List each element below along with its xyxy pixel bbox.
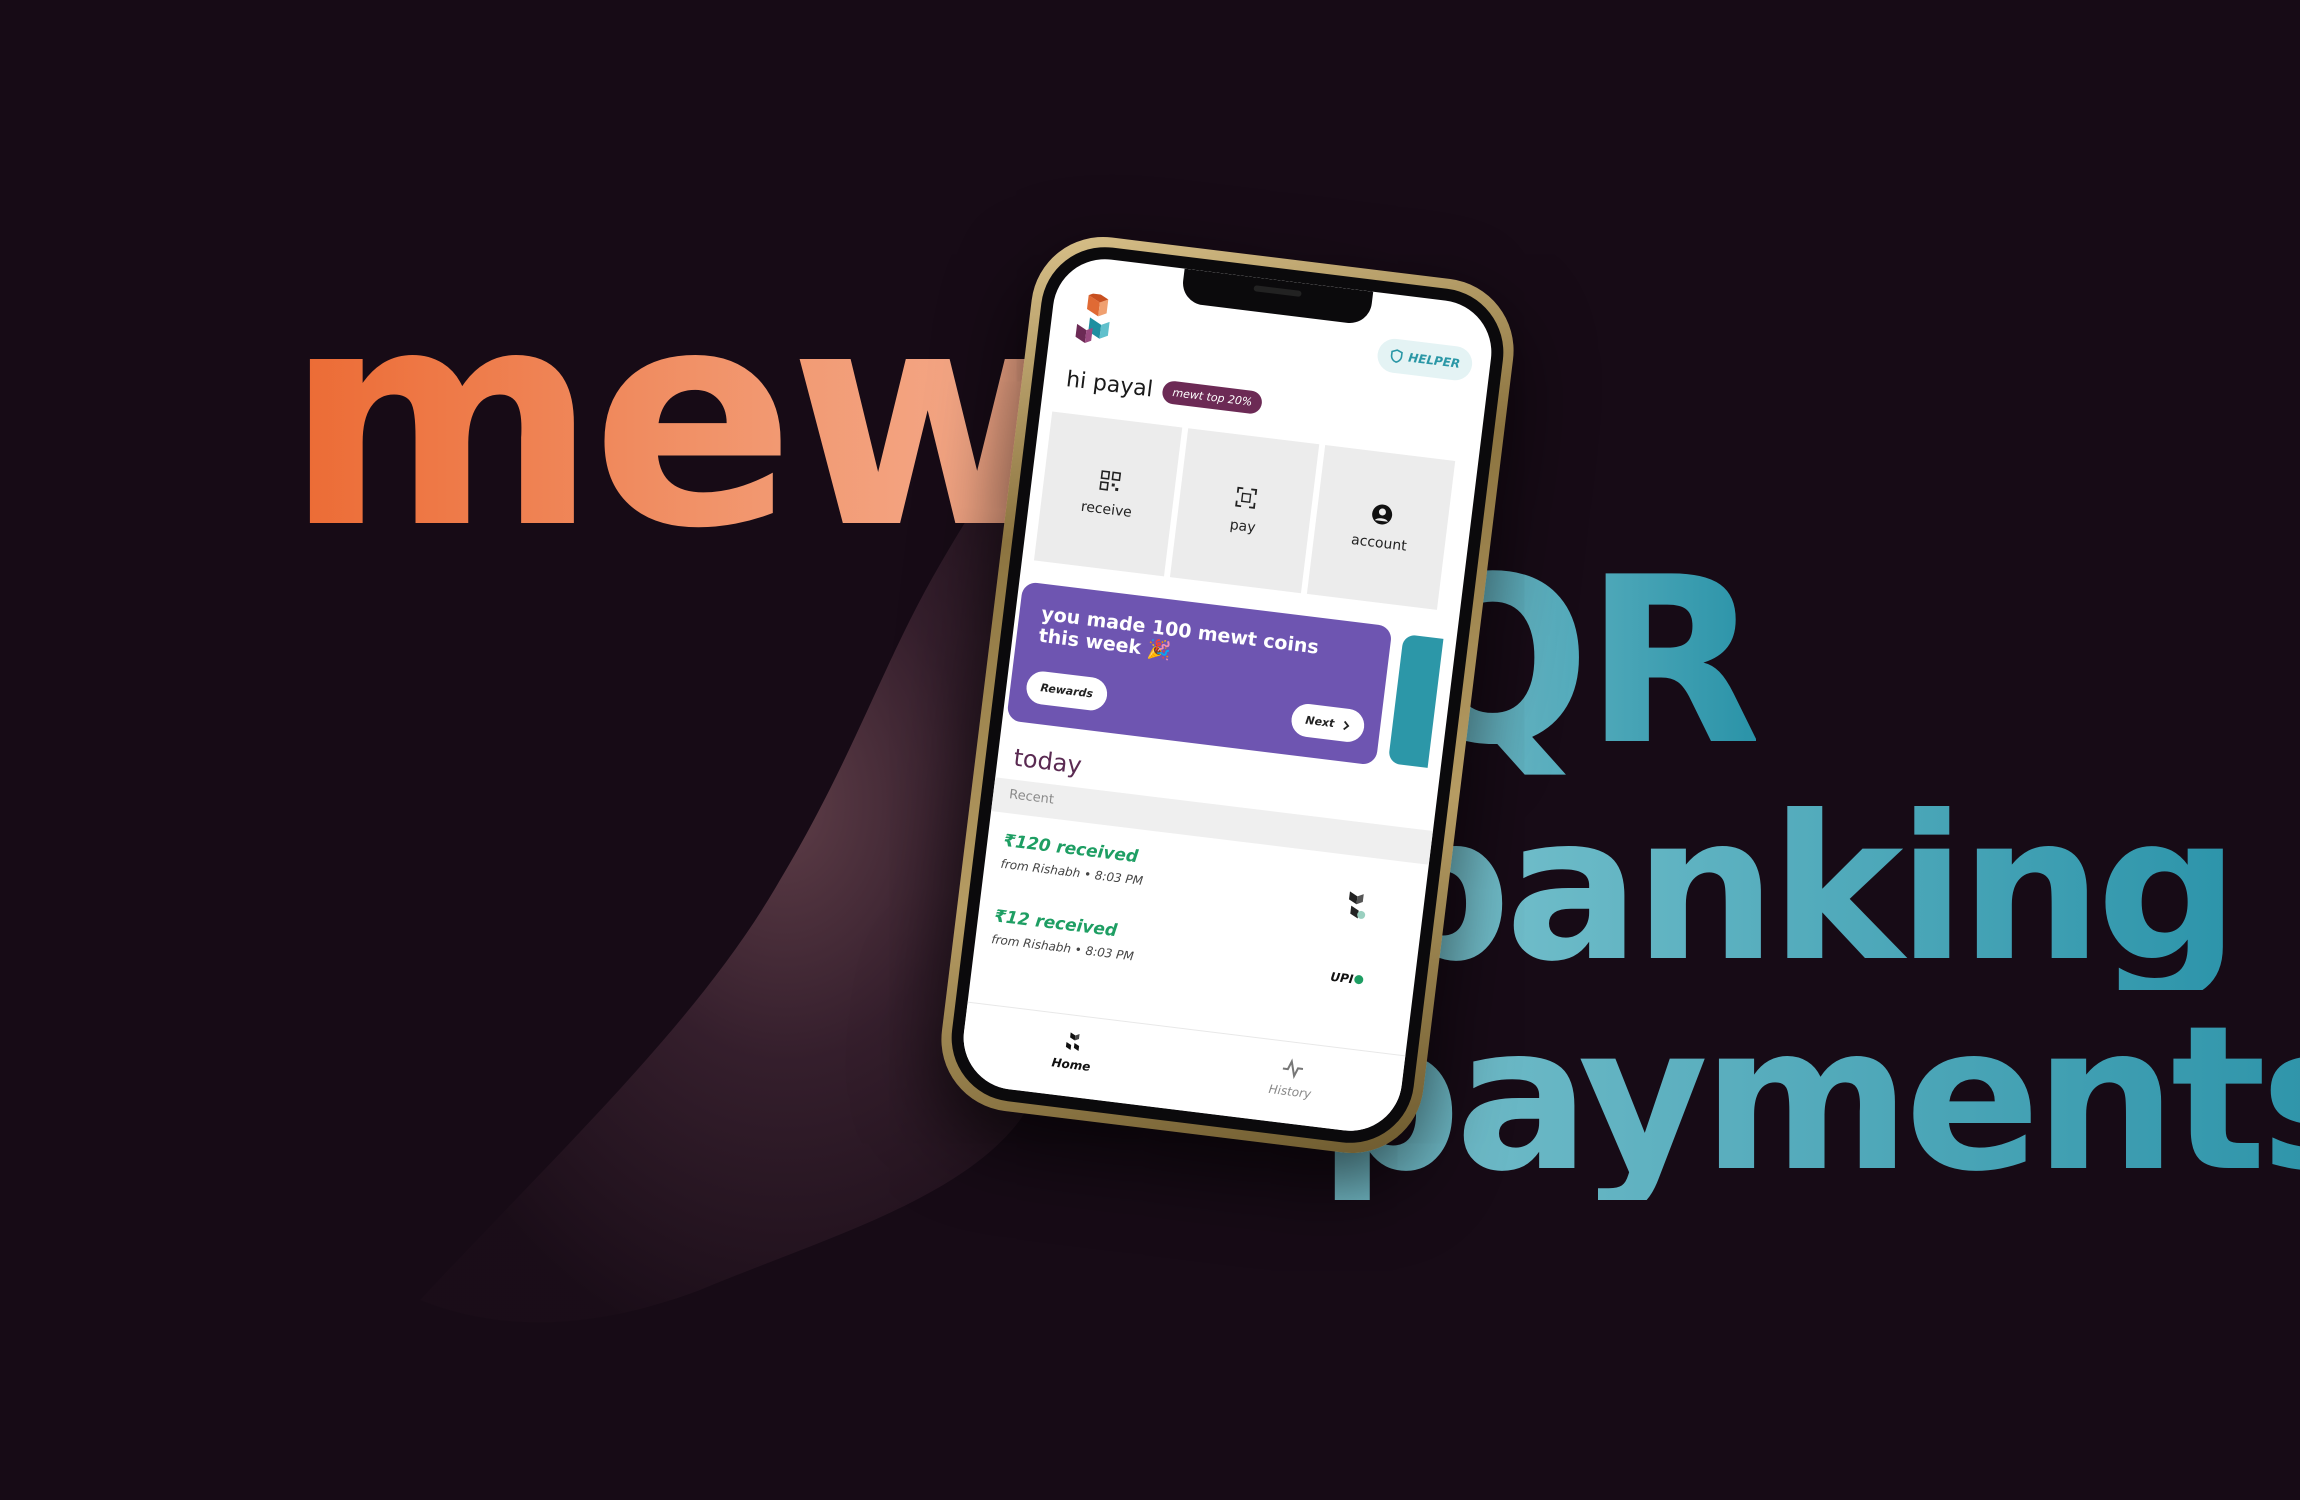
mewt-logo-icon <box>1349 891 1366 919</box>
rank-badge: mewt top 20% <box>1161 379 1264 415</box>
next-label: Next <box>1304 713 1336 731</box>
rewards-promo-card[interactable]: you made 100 mewt coins this week 🎉 Rewa… <box>1006 581 1393 766</box>
account-label: account <box>1350 531 1408 555</box>
helper-button[interactable]: HELPER <box>1375 336 1475 383</box>
check-icon <box>1353 974 1364 985</box>
activity-icon <box>1282 1058 1303 1080</box>
upi-badge: UPI <box>1329 969 1355 987</box>
quick-actions: receive pay account <box>1033 411 1456 610</box>
section-title-today: today <box>1012 743 1084 780</box>
account-button[interactable]: account <box>1306 445 1456 610</box>
headline-banking: banking <box>1368 773 2240 1006</box>
qr-code-icon <box>1098 470 1121 492</box>
chevron-right-icon <box>1343 720 1350 730</box>
rewards-button[interactable]: Rewards <box>1024 669 1109 713</box>
pay-button[interactable]: pay <box>1170 428 1319 594</box>
stage: mewt QR banking payments HELPER hi payal… <box>0 0 2300 1500</box>
helper-label: HELPER <box>1407 350 1461 371</box>
next-card-peek[interactable] <box>1387 634 1444 768</box>
next-button[interactable]: Next <box>1289 702 1367 744</box>
helper-shield-icon <box>1390 349 1403 363</box>
greeting: hi payal mewt top 20% <box>1065 367 1264 416</box>
receive-label: receive <box>1079 498 1133 521</box>
receive-button[interactable]: receive <box>1033 411 1183 577</box>
greeting-text: hi payal <box>1064 367 1155 403</box>
user-icon <box>1372 504 1393 525</box>
tab-history-label: History <box>1267 1082 1312 1102</box>
tab-home-label: Home <box>1050 1055 1092 1075</box>
promo-text: you made 100 mewt coins this week 🎉 <box>1037 602 1320 663</box>
scan-icon <box>1235 486 1258 509</box>
mewt-logo-icon <box>1075 292 1110 343</box>
headline-payments: payments <box>1318 1000 2300 1200</box>
home-icon <box>1066 1032 1080 1052</box>
pay-label: pay <box>1228 517 1257 537</box>
